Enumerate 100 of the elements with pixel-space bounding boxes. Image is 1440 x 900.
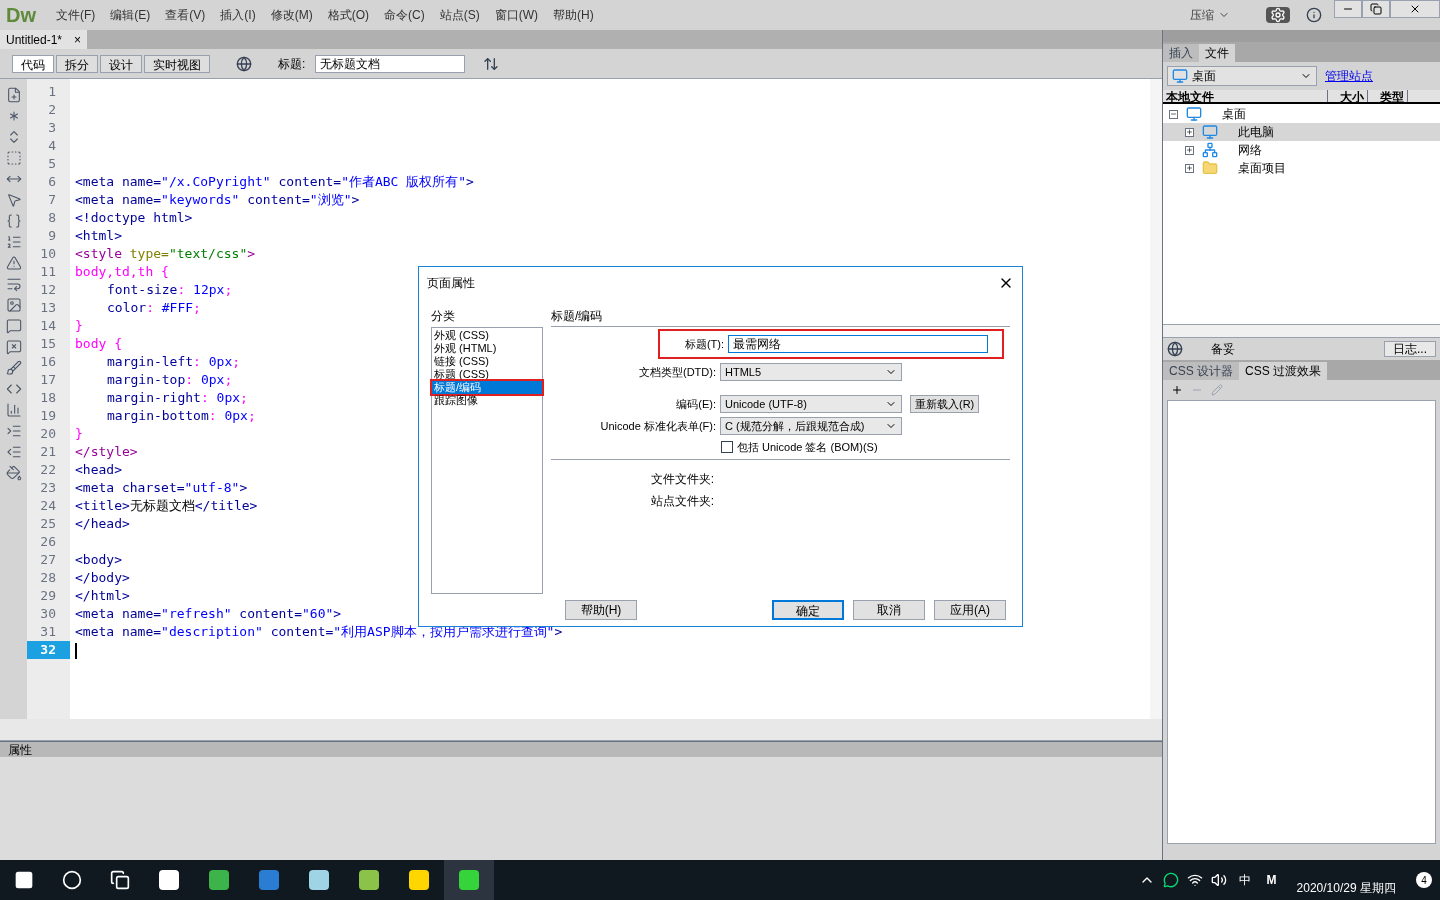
- bom-checkbox[interactable]: [721, 441, 733, 454]
- field-label: 站点文件夹:: [649, 492, 714, 510]
- title-input[interactable]: 无标题文档: [315, 54, 466, 73]
- minimize-button[interactable]: [1334, 0, 1362, 18]
- ok-button[interactable]: 确定: [772, 600, 844, 620]
- category-item[interactable]: 外观 (CSS): [432, 329, 542, 342]
- info-icon[interactable]: [1306, 7, 1322, 23]
- network-icon[interactable]: [1186, 872, 1203, 888]
- reload-button[interactable]: 重新载入(R): [910, 395, 980, 413]
- menu-item[interactable]: 帮助(H): [547, 6, 600, 24]
- line-number: 20: [39, 425, 57, 443]
- expand-toggle-icon[interactable]: [1185, 127, 1194, 137]
- code-line: <meta name="/x.CoPyright" content="作者ABC 版权所有">: [75, 174, 474, 189]
- column-header[interactable]: 类型: [1368, 90, 1408, 102]
- select-field[interactable]: HTML5: [720, 363, 902, 381]
- workspace-switcher[interactable]: 压缩: [1178, 6, 1242, 24]
- ime-mode-indicator[interactable]: M: [1266, 871, 1277, 889]
- menu-item[interactable]: 插入(I): [214, 6, 262, 24]
- expand-toggle-icon[interactable]: [1185, 145, 1194, 155]
- menu-item[interactable]: 命令(C): [378, 6, 431, 24]
- panel-tab[interactable]: 插入: [1163, 44, 1199, 62]
- braces-icon[interactable]: [5, 213, 22, 229]
- tree-item[interactable]: 桌面项目: [1163, 159, 1440, 177]
- code-line: margin-right: 0px;: [107, 390, 248, 405]
- line-numbers-icon[interactable]: [5, 234, 22, 250]
- chart-icon[interactable]: [5, 402, 22, 418]
- restore-button[interactable]: [1362, 0, 1390, 18]
- log-button[interactable]: 日志...: [1384, 341, 1436, 357]
- menu-item[interactable]: 查看(V): [159, 6, 212, 24]
- notification-badge[interactable]: 4: [1416, 872, 1432, 888]
- menu-item[interactable]: 修改(M): [264, 6, 319, 24]
- clock-date[interactable]: 2020/10/29 星期四: [1296, 879, 1396, 897]
- site-dropdown[interactable]: 桌面: [1167, 66, 1317, 86]
- view-toggle-button[interactable]: 设计: [100, 54, 142, 73]
- ime-indicator[interactable]: 中: [1238, 871, 1251, 889]
- expand-toggle-icon[interactable]: [1185, 163, 1194, 173]
- sync-settings-icon[interactable]: [1266, 7, 1290, 23]
- view-toggle-button[interactable]: 拆分: [56, 54, 98, 73]
- add-icon[interactable]: [1171, 384, 1183, 396]
- format-icon[interactable]: [5, 465, 22, 481]
- category-item[interactable]: 链接 (CSS): [432, 355, 542, 368]
- wrap-icon[interactable]: [5, 276, 22, 292]
- chat-icon[interactable]: [1162, 872, 1179, 888]
- panel-tab[interactable]: CSS 过渡效果: [1239, 362, 1328, 380]
- close-icon: [1409, 3, 1421, 15]
- panel-tab[interactable]: 文件: [1199, 44, 1235, 62]
- globe-icon[interactable]: [236, 55, 252, 72]
- category-item[interactable]: 标题/编码: [432, 381, 542, 394]
- comment-icon[interactable]: [5, 318, 22, 334]
- menu-item[interactable]: 文件(F): [50, 6, 102, 24]
- manage-sites-link[interactable]: 管理站点: [1325, 67, 1373, 85]
- cancel-button[interactable]: 取消: [853, 600, 925, 620]
- indent-icon[interactable]: [5, 423, 22, 439]
- tab-close-button[interactable]: ×: [74, 30, 82, 49]
- category-item[interactable]: 跟踪图像: [432, 394, 542, 407]
- new-file-icon[interactable]: [5, 87, 22, 103]
- menu-item[interactable]: 窗口(W): [488, 6, 544, 24]
- task-view-icon[interactable]: [110, 870, 130, 890]
- line-number: 4: [47, 137, 57, 155]
- search-icon[interactable]: [62, 870, 82, 890]
- line-number: 25: [39, 515, 57, 533]
- code-line: </head>: [75, 516, 130, 531]
- horizontal-scrollbar[interactable]: [0, 719, 1162, 741]
- remove-comment-icon[interactable]: [5, 339, 22, 355]
- taskbar-app-icon[interactable]: [444, 860, 494, 900]
- view-toggle-button[interactable]: 实时视图: [144, 54, 210, 73]
- code-line: color: #FFF;: [107, 300, 201, 315]
- select-tag-icon[interactable]: [5, 192, 22, 208]
- line-number: 22: [39, 461, 57, 479]
- panel-tab[interactable]: CSS 设计器: [1163, 362, 1239, 380]
- help-button[interactable]: 帮助(H): [565, 600, 637, 620]
- menu-item[interactable]: 格式(O): [321, 6, 375, 24]
- title-input[interactable]: 最需网络: [728, 335, 988, 353]
- image-icon[interactable]: [5, 297, 22, 313]
- tree-item[interactable]: 此电脑: [1163, 123, 1440, 141]
- column-header[interactable]: 本地文件: [1163, 90, 1328, 102]
- select-field[interactable]: C (规范分解，后跟规范合成): [720, 417, 902, 435]
- warning-icon[interactable]: [5, 255, 22, 271]
- volume-icon[interactable]: [1210, 872, 1227, 888]
- start-icon[interactable]: [14, 870, 34, 890]
- line-number: 5: [47, 155, 57, 173]
- category-item[interactable]: 外观 (HTML): [432, 342, 542, 355]
- menu-item[interactable]: 编辑(E): [104, 6, 157, 24]
- sort-icon[interactable]: [483, 55, 500, 72]
- select-field[interactable]: Unicode (UTF-8): [720, 395, 902, 413]
- horizontal-scrollbar[interactable]: [1163, 324, 1440, 338]
- vertical-scrollbar[interactable]: [1150, 79, 1162, 719]
- menu-item[interactable]: 站点(S): [433, 6, 486, 24]
- collapse-toggle-icon[interactable]: [1169, 109, 1178, 119]
- document-tab[interactable]: Untitled-1* ×: [0, 30, 88, 49]
- line-number: 27: [39, 551, 57, 569]
- brush-icon[interactable]: [5, 360, 22, 376]
- line-number: 7: [47, 191, 57, 209]
- code-icon[interactable]: [5, 381, 22, 397]
- category-item[interactable]: 标题 (CSS): [432, 368, 542, 381]
- apply-button[interactable]: 应用(A): [934, 600, 1006, 620]
- tree-item[interactable]: 网络: [1163, 141, 1440, 159]
- outdent-icon[interactable]: [5, 444, 22, 460]
- view-toggle-button[interactable]: 代码: [12, 54, 54, 73]
- tree-item[interactable]: 桌面: [1163, 105, 1440, 123]
